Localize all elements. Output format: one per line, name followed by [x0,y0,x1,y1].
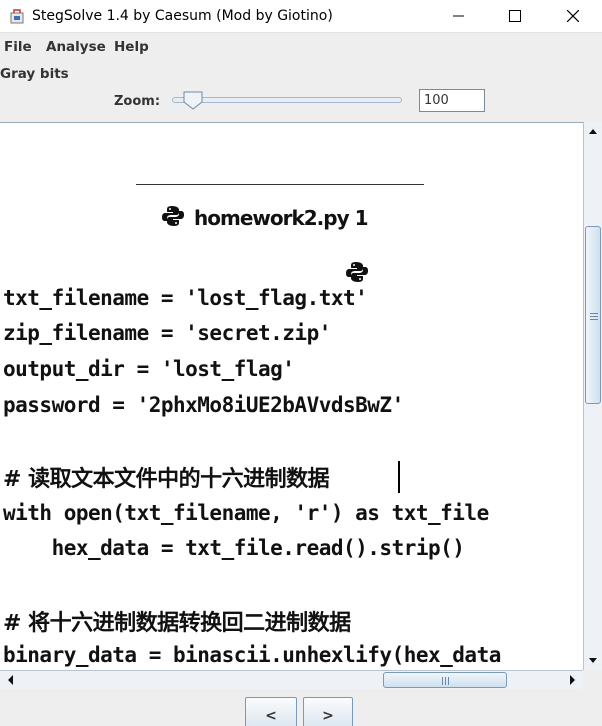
previous-button[interactable]: < [245,697,297,726]
image-tab-title-text: homework2.py 1 [194,206,369,230]
vertical-scrollbar[interactable] [583,122,602,670]
scroll-down-button[interactable] [584,652,602,668]
python-icon [346,261,368,287]
scroll-up-button[interactable] [584,124,602,140]
image-viewport[interactable]: homework2.py 1 txt_filename = 'lost_flag… [0,122,583,670]
zoom-input[interactable] [419,89,485,112]
code-line: output_dir = 'lost_flag' [3,357,295,381]
scroll-right-icon [570,675,575,685]
grip-line [590,316,598,317]
code-line: txt_filename = 'lost_flag.txt' [3,286,368,310]
close-icon [567,10,579,22]
menu-file[interactable]: File [4,39,32,55]
menu-help[interactable]: Help [114,39,149,55]
next-button[interactable]: > [303,697,353,726]
grip-line [442,677,443,685]
code-line: zip_filename = 'secret.zip' [3,321,331,345]
python-icon [162,205,184,232]
title-bar: StegSolve 1.4 by Caesum (Mod by Giotino) [0,0,602,33]
image-tab-underline [136,184,424,185]
scroll-up-icon [589,129,597,134]
scroll-left-icon [8,675,13,685]
code-line: hex_data = txt_file.read().strip() [3,536,465,560]
code-comment: # 将十六进制数据转换回二进制数据 [3,611,351,636]
grip-line [445,677,446,685]
maximize-icon [509,10,521,22]
zoom-label: Zoom: [114,94,161,109]
horizontal-scroll-thumb[interactable] [383,672,507,688]
menu-analyse[interactable]: Analyse [46,39,106,55]
image-tab-title: homework2.py 1 [162,205,369,232]
zoom-slider-thumb[interactable] [183,91,203,110]
code-line: password = '2phxMo8iUE2bAVvdsBwZ' [3,393,404,417]
window-title: StegSolve 1.4 by Caesum (Mod by Giotino) [32,8,333,24]
horizontal-scrollbar[interactable] [0,670,583,689]
vertical-scroll-thumb[interactable] [585,226,601,404]
grip-line [590,313,598,314]
maximize-button[interactable] [492,0,538,33]
code-comment: # 读取文本文件中的十六进制数据 [3,467,330,492]
close-button[interactable] [550,0,596,33]
scroll-down-icon [589,658,597,663]
zoom-slider[interactable] [172,97,402,103]
grip-line [448,677,449,685]
scroll-corner [583,670,602,689]
code-line: with open(txt_filename, 'r') as txt_file [3,501,489,525]
code-line: binary_data = binascii.unhexlify(hex_dat… [3,643,501,667]
app-icon [9,8,25,24]
text-caret [398,461,400,493]
view-mode-label: Gray bits [0,66,69,82]
minimize-button[interactable] [436,0,482,33]
grip-line [590,319,598,320]
scroll-right-button[interactable] [563,671,581,689]
menu-bar: File Analyse Help [0,33,602,60]
scroll-left-button[interactable] [2,671,20,689]
minimize-icon [453,15,464,17]
